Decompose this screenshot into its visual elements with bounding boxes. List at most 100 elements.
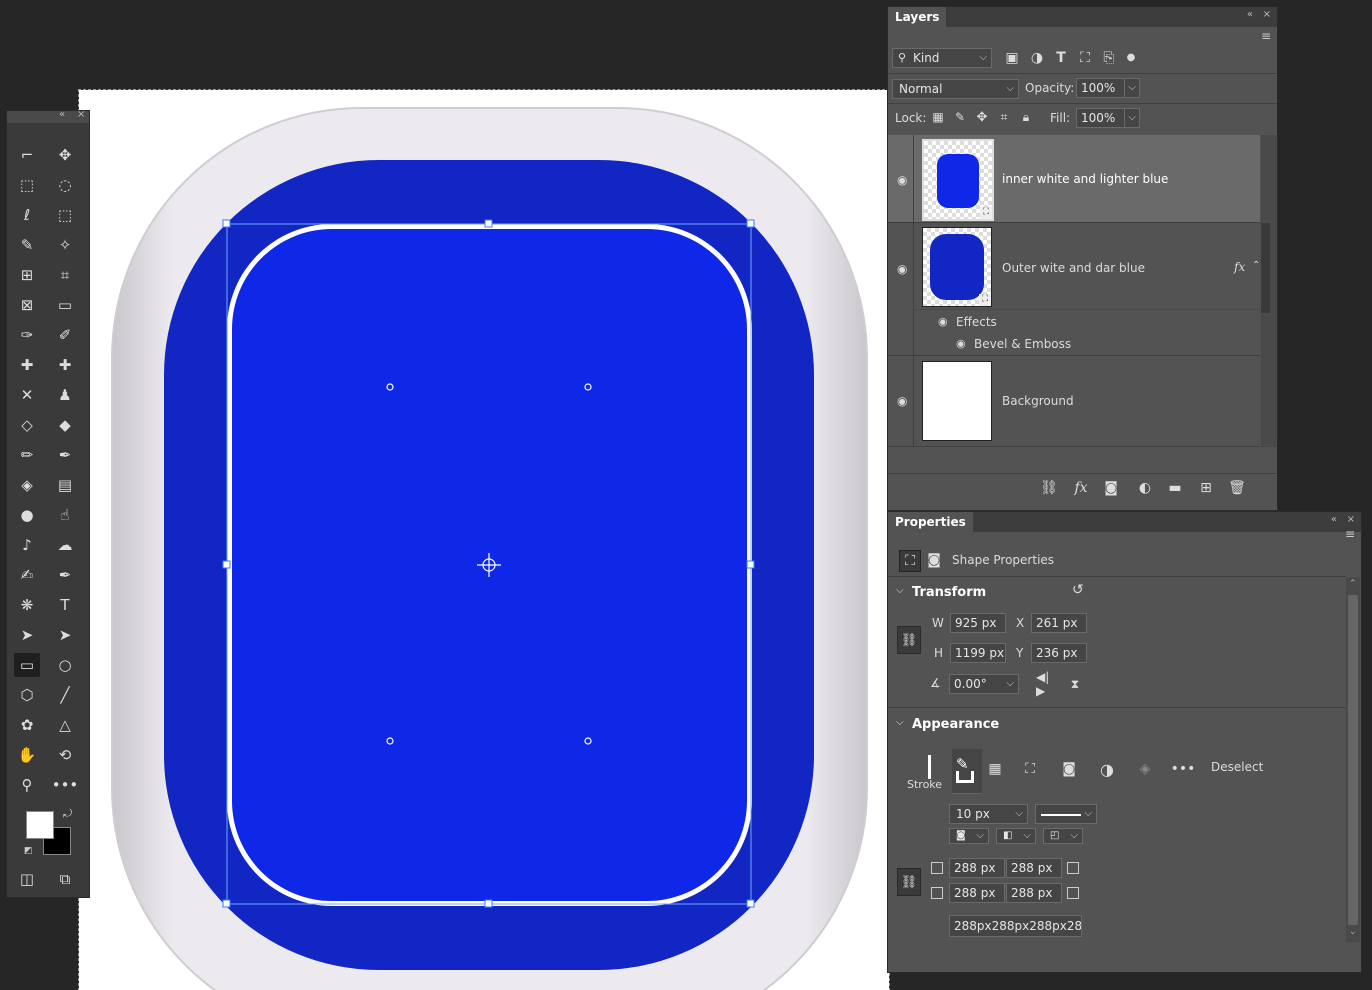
type-icon[interactable]: T bbox=[52, 593, 78, 617]
fx-icon[interactable]: fx bbox=[1234, 260, 1245, 274]
foreground-color-swatch[interactable] bbox=[26, 811, 54, 839]
fill-swatch[interactable] bbox=[928, 755, 931, 779]
collapse-icon[interactable]: « bbox=[59, 109, 65, 120]
properties-scrollbar[interactable]: ⌃ ⌄ bbox=[1346, 577, 1360, 942]
chevron-down-icon[interactable]: ⌄ bbox=[1349, 927, 1357, 937]
appearance-section-header[interactable]: Appearance bbox=[912, 717, 999, 732]
bucket-icon[interactable]: ◈ bbox=[1134, 759, 1156, 779]
panel-menu-icon[interactable]: ≡ bbox=[1345, 527, 1355, 541]
smudge-icon[interactable]: ☝ bbox=[52, 503, 78, 527]
swap-colors-icon[interactable]: ⤾ bbox=[63, 807, 72, 821]
magic-eraser-icon[interactable]: ◆ bbox=[52, 413, 78, 437]
transform-section-header[interactable]: Transform bbox=[912, 585, 986, 600]
link-layers-icon[interactable]: ⛓ bbox=[1040, 479, 1058, 497]
add-mask-icon[interactable]: ◙ bbox=[1102, 479, 1120, 497]
document-canvas[interactable] bbox=[78, 89, 890, 990]
layer-name[interactable]: Background bbox=[1002, 394, 1074, 408]
eyedropper-icon[interactable]: ✐ bbox=[52, 323, 78, 347]
quick-select-icon[interactable]: ✎ bbox=[14, 233, 40, 257]
curvature-pen-icon[interactable]: ✍ bbox=[14, 563, 40, 587]
collapse-icon[interactable]: « bbox=[1331, 514, 1337, 525]
ellipse-tool-icon[interactable]: ○ bbox=[52, 653, 78, 677]
deselect-button[interactable]: Deselect bbox=[1211, 760, 1263, 774]
flip-vertical-icon[interactable]: ⧗ bbox=[1065, 674, 1085, 694]
properties-tab[interactable]: Properties bbox=[888, 512, 973, 532]
effects-label[interactable]: Effects bbox=[956, 315, 997, 329]
path-select-icon[interactable]: ➤ bbox=[52, 623, 78, 647]
gradient-icon[interactable]: ▤ bbox=[52, 473, 78, 497]
corner-bl-field[interactable]: 288 px bbox=[949, 883, 1005, 903]
blend-mode-dropdown[interactable]: Normal ⌵ bbox=[892, 79, 1019, 99]
screen-mode-icon[interactable]: ⧉ bbox=[52, 867, 78, 891]
panel-menu-icon[interactable]: ≡ bbox=[1261, 29, 1271, 43]
rectangle-tool-icon[interactable]: ▭ bbox=[14, 653, 40, 677]
stroke-width-dropdown[interactable]: 10 px ⌵ bbox=[949, 804, 1028, 824]
opacity-field[interactable]: 100% bbox=[1076, 78, 1126, 98]
opacity-dropdown[interactable]: ⌵ bbox=[1124, 78, 1140, 98]
blur-icon[interactable]: ● bbox=[14, 503, 40, 527]
shape-filter-icon[interactable]: ⛶ bbox=[1076, 49, 1094, 67]
spot-healing-icon[interactable]: ✚ bbox=[14, 353, 40, 377]
pen-icon[interactable]: ✒ bbox=[52, 563, 78, 587]
close-icon[interactable]: × bbox=[1263, 9, 1271, 20]
polygon-tool-icon[interactable]: ⬡ bbox=[14, 683, 40, 707]
height-field[interactable]: 1199 px bbox=[950, 643, 1006, 663]
x-field[interactable]: 261 px bbox=[1031, 613, 1087, 633]
layers-tab[interactable]: Layers bbox=[888, 7, 947, 27]
stroke-corners-dropdown[interactable]: ◰ ⌵ bbox=[1043, 828, 1083, 844]
rect-marquee-icon[interactable]: ⬚ bbox=[14, 173, 40, 197]
adjustment-filter-icon[interactable]: ◑ bbox=[1028, 49, 1046, 67]
shape-properties-icon[interactable]: ⛶ bbox=[899, 550, 921, 572]
lock-all-icon[interactable]: 🔒︎ bbox=[1018, 108, 1034, 126]
quick-mask-icon[interactable]: ◫ bbox=[14, 867, 40, 891]
angle-field[interactable]: 0.00° ⌵ bbox=[949, 674, 1019, 694]
stroke-swatch[interactable]: ✎ bbox=[952, 749, 982, 794]
rotate-view-icon[interactable]: ⟲ bbox=[52, 743, 78, 767]
reset-icon[interactable]: ↺ bbox=[1072, 582, 1084, 598]
checker-icon[interactable]: ▦ bbox=[984, 759, 1006, 779]
more-options-icon[interactable]: ••• bbox=[1171, 759, 1196, 779]
fill-dropdown[interactable]: ⌵ bbox=[1124, 108, 1140, 128]
eye-icon[interactable]: ◉ bbox=[938, 315, 948, 328]
layer-row[interactable]: ◉ ⛶ Outer wite and dar blue fx ⌃ ◉ Effec… bbox=[888, 223, 1260, 356]
artboard-tool-icon[interactable]: ⌐ bbox=[14, 143, 40, 167]
content-aware-move-icon[interactable]: ✕ bbox=[14, 383, 40, 407]
lock-artboard-icon[interactable]: ⌗ bbox=[996, 108, 1012, 126]
y-field[interactable]: 236 px bbox=[1031, 643, 1087, 663]
zoom-icon[interactable]: ⚲ bbox=[14, 773, 40, 797]
direct-select-icon[interactable]: ➤ bbox=[14, 623, 40, 647]
dodge-icon[interactable]: ♪ bbox=[14, 533, 40, 557]
adjust-icon[interactable]: ◑ bbox=[1096, 759, 1118, 779]
type-filter-icon[interactable]: T bbox=[1052, 49, 1070, 67]
perspective-crop-icon[interactable]: ⊞ bbox=[14, 263, 40, 287]
ellipse-marquee-icon[interactable]: ◌ bbox=[52, 173, 78, 197]
collapse-icon[interactable]: « bbox=[1247, 9, 1253, 20]
chevron-down-icon[interactable]: ⌵ bbox=[896, 585, 904, 596]
layer-name[interactable]: inner white and lighter blue bbox=[1002, 172, 1168, 186]
adjustment-layer-icon[interactable]: ◐ bbox=[1136, 479, 1154, 497]
eye-icon[interactable]: ◉ bbox=[897, 394, 907, 408]
flip-horizontal-icon[interactable]: ◀|▶ bbox=[1036, 670, 1056, 698]
stroke-align-dropdown[interactable]: ◙ ⌵ bbox=[949, 828, 989, 844]
lock-image-icon[interactable]: ✎ bbox=[952, 108, 968, 126]
transform-icon[interactable]: ⛶ bbox=[1019, 759, 1041, 779]
mask-properties-icon[interactable]: ◙ bbox=[924, 550, 944, 570]
move-tool-icon[interactable]: ✥ bbox=[52, 143, 78, 167]
width-field[interactable]: 925 px bbox=[950, 613, 1006, 633]
fx-icon[interactable]: fx bbox=[1072, 479, 1090, 497]
sponge-icon[interactable]: ☁ bbox=[52, 533, 78, 557]
link-corners-icon[interactable]: ⛓ bbox=[897, 868, 921, 896]
layer-row[interactable]: ◉ ⛶ inner white and lighter blue bbox=[888, 135, 1260, 223]
effect-name[interactable]: Bevel & Emboss bbox=[974, 337, 1071, 351]
corner-br-field[interactable]: 288 px bbox=[1006, 883, 1062, 903]
layer-row[interactable]: ◉ Background bbox=[888, 356, 1260, 447]
eye-icon[interactable]: ◉ bbox=[956, 337, 966, 350]
corner-combined-field[interactable]: 288px288px288px288 bbox=[949, 915, 1082, 937]
stroke-caps-dropdown[interactable]: ◧ ⌵ bbox=[996, 828, 1036, 844]
default-colors-icon[interactable]: ◩ bbox=[24, 846, 33, 856]
chevron-up-icon[interactable]: ⌃ bbox=[1252, 260, 1260, 271]
custom-shape-icon[interactable]: ✿ bbox=[14, 713, 40, 737]
healing-brush-icon[interactable]: ✚ bbox=[52, 353, 78, 377]
clone-stamp-icon[interactable]: ♟ bbox=[52, 383, 78, 407]
link-dimensions-icon[interactable]: ⛓ bbox=[897, 626, 921, 654]
